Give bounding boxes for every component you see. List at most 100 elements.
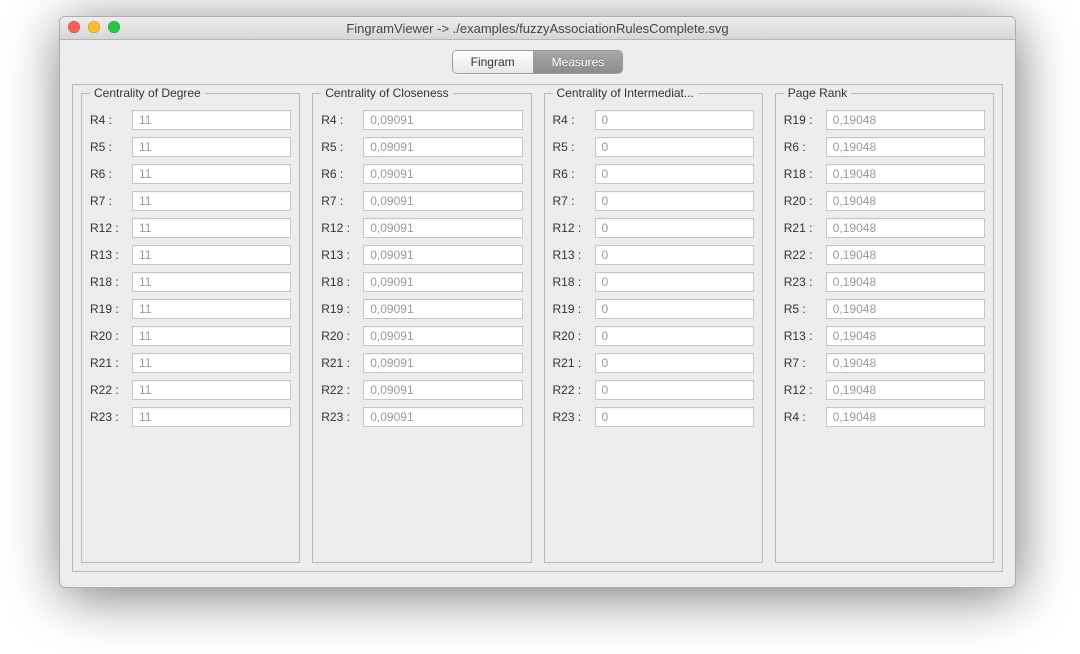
metric-label: R21 :: [784, 221, 822, 235]
metric-value-field[interactable]: [595, 245, 754, 265]
metric-value-field[interactable]: [363, 218, 522, 238]
metric-label: R4 :: [784, 410, 822, 424]
metric-value-field[interactable]: [595, 353, 754, 373]
metric-value-field[interactable]: [132, 407, 291, 427]
metric-row: R4 :: [553, 110, 754, 130]
minimize-icon[interactable]: [88, 21, 100, 33]
zoom-icon[interactable]: [108, 21, 120, 33]
metric-row: R21 :: [90, 353, 291, 373]
metric-label: R19 :: [90, 302, 128, 316]
metric-row: R12 :: [784, 380, 985, 400]
metric-label: R19 :: [321, 302, 359, 316]
metric-value-field[interactable]: [363, 191, 522, 211]
group-rows: R19 : R6 : R18 : R20 : R21 : R22 : R23 :…: [784, 110, 985, 427]
metric-row: R18 :: [553, 272, 754, 292]
group-rows: R4 : R5 : R6 : R7 : R12 : R13 : R18 : R1…: [553, 110, 754, 427]
metric-value-field[interactable]: [132, 353, 291, 373]
metric-row: R19 :: [553, 299, 754, 319]
metric-row: R21 :: [553, 353, 754, 373]
metric-row: R7 :: [553, 191, 754, 211]
metric-row: R19 :: [321, 299, 522, 319]
metric-value-field[interactable]: [132, 326, 291, 346]
metric-value-field[interactable]: [826, 353, 985, 373]
metric-value-field[interactable]: [363, 137, 522, 157]
metric-label: R22 :: [90, 383, 128, 397]
metric-row: R23 :: [553, 407, 754, 427]
metric-value-field[interactable]: [826, 299, 985, 319]
metric-row: R12 :: [321, 218, 522, 238]
metric-value-field[interactable]: [595, 110, 754, 130]
group-rows: R4 : R5 : R6 : R7 : R12 : R13 : R18 : R1…: [321, 110, 522, 427]
metric-value-field[interactable]: [595, 299, 754, 319]
titlebar[interactable]: FingramViewer -> ./examples/fuzzyAssocia…: [60, 17, 1015, 40]
metric-label: R23 :: [784, 275, 822, 289]
metric-value-field[interactable]: [363, 353, 522, 373]
metric-value-field[interactable]: [826, 272, 985, 292]
metric-row: R20 :: [553, 326, 754, 346]
metric-value-field[interactable]: [595, 218, 754, 238]
metric-value-field[interactable]: [826, 245, 985, 265]
metric-value-field[interactable]: [363, 380, 522, 400]
metric-value-field[interactable]: [826, 191, 985, 211]
metric-label: R6 :: [321, 167, 359, 181]
metric-value-field[interactable]: [132, 164, 291, 184]
metric-row: R13 :: [553, 245, 754, 265]
metric-value-field[interactable]: [595, 164, 754, 184]
metric-value-field[interactable]: [595, 326, 754, 346]
metric-value-field[interactable]: [826, 164, 985, 184]
app-window: FingramViewer -> ./examples/fuzzyAssocia…: [59, 16, 1016, 588]
metric-row: R13 :: [321, 245, 522, 265]
metric-value-field[interactable]: [826, 137, 985, 157]
metric-value-field[interactable]: [363, 110, 522, 130]
metric-row: R7 :: [90, 191, 291, 211]
metric-value-field[interactable]: [826, 110, 985, 130]
group-title: Centrality of Intermediat...: [553, 86, 698, 100]
metric-value-field[interactable]: [595, 137, 754, 157]
metric-label: R4 :: [553, 113, 591, 127]
metric-value-field[interactable]: [826, 407, 985, 427]
metric-value-field[interactable]: [132, 245, 291, 265]
metric-label: R6 :: [553, 167, 591, 181]
metric-value-field[interactable]: [595, 407, 754, 427]
metric-row: R22 :: [90, 380, 291, 400]
metric-row: R5 :: [321, 137, 522, 157]
metric-value-field[interactable]: [363, 299, 522, 319]
metric-value-field[interactable]: [826, 380, 985, 400]
metric-value-field[interactable]: [826, 326, 985, 346]
metric-row: R22 :: [321, 380, 522, 400]
tab-fingram[interactable]: Fingram: [453, 51, 533, 73]
metric-value-field[interactable]: [363, 164, 522, 184]
metric-value-field[interactable]: [595, 380, 754, 400]
metric-row: R22 :: [784, 245, 985, 265]
metric-value-field[interactable]: [132, 191, 291, 211]
metric-value-field[interactable]: [595, 191, 754, 211]
metric-value-field[interactable]: [363, 272, 522, 292]
metric-value-field[interactable]: [595, 272, 754, 292]
metric-row: R18 :: [321, 272, 522, 292]
metric-label: R19 :: [784, 113, 822, 127]
metric-value-field[interactable]: [363, 326, 522, 346]
metric-label: R20 :: [553, 329, 591, 343]
metric-row: R20 :: [321, 326, 522, 346]
metric-label: R7 :: [90, 194, 128, 208]
metric-row: R13 :: [90, 245, 291, 265]
metric-value-field[interactable]: [132, 218, 291, 238]
metric-row: R20 :: [90, 326, 291, 346]
metric-value-field[interactable]: [132, 299, 291, 319]
metric-value-field[interactable]: [826, 218, 985, 238]
metric-value-field[interactable]: [363, 407, 522, 427]
metric-value-field[interactable]: [132, 137, 291, 157]
metric-value-field[interactable]: [132, 110, 291, 130]
metric-value-field[interactable]: [132, 272, 291, 292]
group-centrality-closeness: Centrality of Closeness R4 : R5 : R6 : R…: [312, 93, 531, 563]
tab-measures[interactable]: Measures: [533, 51, 623, 73]
metric-row: R20 :: [784, 191, 985, 211]
metric-label: R23 :: [321, 410, 359, 424]
metric-label: R22 :: [553, 383, 591, 397]
metric-value-field[interactable]: [132, 380, 291, 400]
window-controls: [68, 21, 120, 33]
metric-value-field[interactable]: [363, 245, 522, 265]
metric-label: R13 :: [90, 248, 128, 262]
metric-label: R5 :: [553, 140, 591, 154]
close-icon[interactable]: [68, 21, 80, 33]
